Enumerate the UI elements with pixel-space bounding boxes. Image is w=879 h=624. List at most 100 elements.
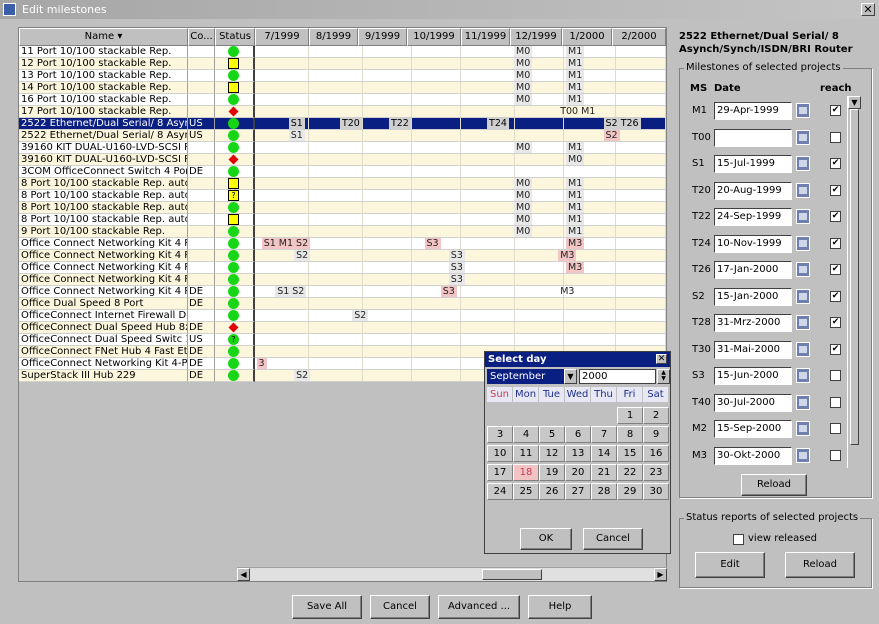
year-input[interactable]: 2000 [579,369,656,384]
milestone-date-input[interactable]: 20-Aug-1999 [714,181,792,200]
milestone-marker[interactable]: M1 [566,214,585,225]
save-all-button[interactable]: Save All [292,595,362,619]
calendar-day[interactable]: 5 [539,426,565,443]
table-row[interactable]: OfficeConnect Dual Speed Switc 16 US? [19,334,666,346]
calendar-day[interactable]: 19 [539,464,565,481]
table-row[interactable]: 14 Port 10/100 stackable Rep. M0 M1 [19,82,666,94]
column-header-month[interactable]: 11/1999 [461,28,510,46]
milestone-marker[interactable]: T24 [487,118,509,129]
milestone-marker[interactable]: 3 [256,358,267,369]
column-header-month[interactable]: 12/1999 [510,28,562,46]
scroll-left-icon[interactable]: ◀ [237,568,250,581]
calendar-day[interactable]: 15 [617,445,643,462]
table-row[interactable]: 13 Port 10/100 stackable Rep. M0 M1 [19,70,666,82]
milestone-marker[interactable]: M0 [514,70,533,81]
milestone-date-input[interactable] [714,128,792,147]
milestone-date-input[interactable]: 29-Apr-1999 [714,102,792,120]
table-row[interactable]: 39160 KIT DUAL-U160-LVD-SCSI P M0 M1 [19,142,666,154]
table-row[interactable]: 8 Port 10/100 stackable Rep. autose? M0 M1 [19,190,666,202]
milestone-marker[interactable]: M0 [566,154,585,165]
table-row[interactable]: 16 Port 10/100 stackable Rep. M0 M1 [19,94,666,106]
table-row[interactable]: 12 Port 10/100 stackable Rep. M0 M1 [19,58,666,70]
calendar-day[interactable]: 9 [643,426,669,443]
reload-status-button[interactable]: Reload [785,552,855,578]
calendar-day[interactable]: 13 [565,445,591,462]
calendar-icon[interactable] [796,394,810,410]
milestone-marker[interactable]: S3 [440,286,457,297]
calendar-day[interactable]: 7 [591,426,617,443]
calendar-day[interactable]: 22 [617,464,643,481]
calendar-day[interactable]: 25 [513,483,539,500]
scroll-thumb[interactable] [850,109,859,445]
milestone-date-input[interactable]: 30-Okt-2000 [714,446,792,465]
calendar-day[interactable]: 24 [487,483,513,500]
milestone-marker[interactable]: S2 [603,118,620,129]
calendar-day[interactable]: 27 [565,483,591,500]
edit-status-button[interactable]: Edit [695,552,765,578]
reach-checkbox[interactable]: ✔ [830,264,841,275]
calendar-icon[interactable] [796,182,810,198]
milestone-marker[interactable]: M0 [514,82,533,93]
year-spinner[interactable]: ▲ ▼ [657,369,670,384]
table-row[interactable]: 11 Port 10/100 stackable Rep. M0 M1 [19,46,666,58]
milestone-date-input[interactable]: 15-Jul-1999 [714,155,792,173]
reach-checkbox[interactable]: ✔ [830,105,841,116]
reach-checkbox[interactable] [830,131,841,143]
milestone-marker[interactable]: S1 S2 [275,286,307,297]
cancel-button[interactable]: Cancel [370,595,430,619]
close-icon[interactable]: ✕ [656,354,667,364]
milestone-marker[interactable]: S3 [448,274,465,285]
calendar-day[interactable]: 23 [643,464,669,481]
horizontal-scrollbar[interactable]: ◀ ▶ [237,567,667,581]
milestone-date-input[interactable]: 15-Sep-2000 [714,420,792,438]
table-row[interactable]: OfficeConnect Dual Speed Hub 8x 1 DE [19,322,666,334]
milestone-date-input[interactable]: 17-Jan-2000 [714,261,792,279]
calendar-day[interactable]: 8 [617,426,643,443]
milestone-marker[interactable]: M0 [514,214,533,225]
reach-checkbox[interactable] [830,370,841,381]
table-row[interactable]: Office Connect Networking Kit 4 Por S3 M3 [19,262,666,274]
table-row[interactable]: Office Connect Networking Kit 4 Por DE S1 … [19,286,666,298]
reach-checkbox[interactable]: ✔ [830,158,841,169]
table-row[interactable]: 3COM OfficeConnect Switch 4 Port 1 DE [19,166,666,178]
milestone-marker[interactable]: M0 [514,226,533,237]
milestone-marker[interactable]: S2 [294,250,311,261]
milestone-marker[interactable]: S1 M1 S2 [261,238,311,249]
scroll-down-icon[interactable]: ▼ [848,96,861,109]
calendar-day[interactable]: 12 [539,445,565,462]
reach-checkbox[interactable]: ✔ [830,290,841,302]
calendar-ok-button[interactable]: OK [520,528,572,550]
table-row[interactable]: 2522 Ethernet/Dual Serial/ 8 Asynch US S1 T… [19,118,666,130]
calendar-day[interactable]: 14 [591,445,617,462]
calendar-day[interactable]: 28 [591,483,617,500]
calendar-day[interactable]: 17 [487,464,513,481]
milestone-marker[interactable]: M1 [566,190,585,201]
calendar-day[interactable]: 6 [565,426,591,443]
milestone-date-input[interactable]: 10-Nov-1999 [714,234,792,253]
column-header-month[interactable]: 10/1999 [407,28,461,46]
milestone-marker[interactable]: M0 [514,94,533,105]
milestone-marker[interactable]: T22 [388,118,411,129]
calendar-icon[interactable] [796,129,810,145]
scroll-right-icon[interactable]: ▶ [654,568,667,581]
milestone-marker[interactable]: M0 [514,142,533,153]
chevron-down-icon[interactable]: ▼ [564,369,577,384]
milestone-marker[interactable]: S3 [448,250,465,261]
calendar-icon[interactable] [796,209,810,224]
column-header-status[interactable]: Status [215,28,255,46]
column-header-month[interactable]: 1/2000 [562,28,612,46]
month-select[interactable]: September ▼ [487,369,577,384]
calendar-day[interactable]: 29 [617,483,643,500]
table-row[interactable]: 8 Port 10/100 stackable Rep. autose M0 M1 [19,214,666,226]
column-header-name[interactable]: Name ▾ [19,28,188,46]
reach-checkbox[interactable]: ✔ [830,317,841,328]
milestone-marker[interactable]: M1 [566,202,585,213]
calendar-icon[interactable] [796,368,810,383]
table-row[interactable]: 17 Port 10/100 stackable Rep. T00 M1 [19,106,666,118]
milestones-vertical-scrollbar[interactable]: ▲ ▼ [847,96,861,468]
calendar-icon[interactable] [796,315,810,330]
calendar-day[interactable]: 1 [617,407,643,424]
calendar-icon[interactable] [796,341,810,357]
column-header-month[interactable]: 9/1999 [358,28,407,46]
milestone-marker[interactable]: M1 [566,58,585,69]
